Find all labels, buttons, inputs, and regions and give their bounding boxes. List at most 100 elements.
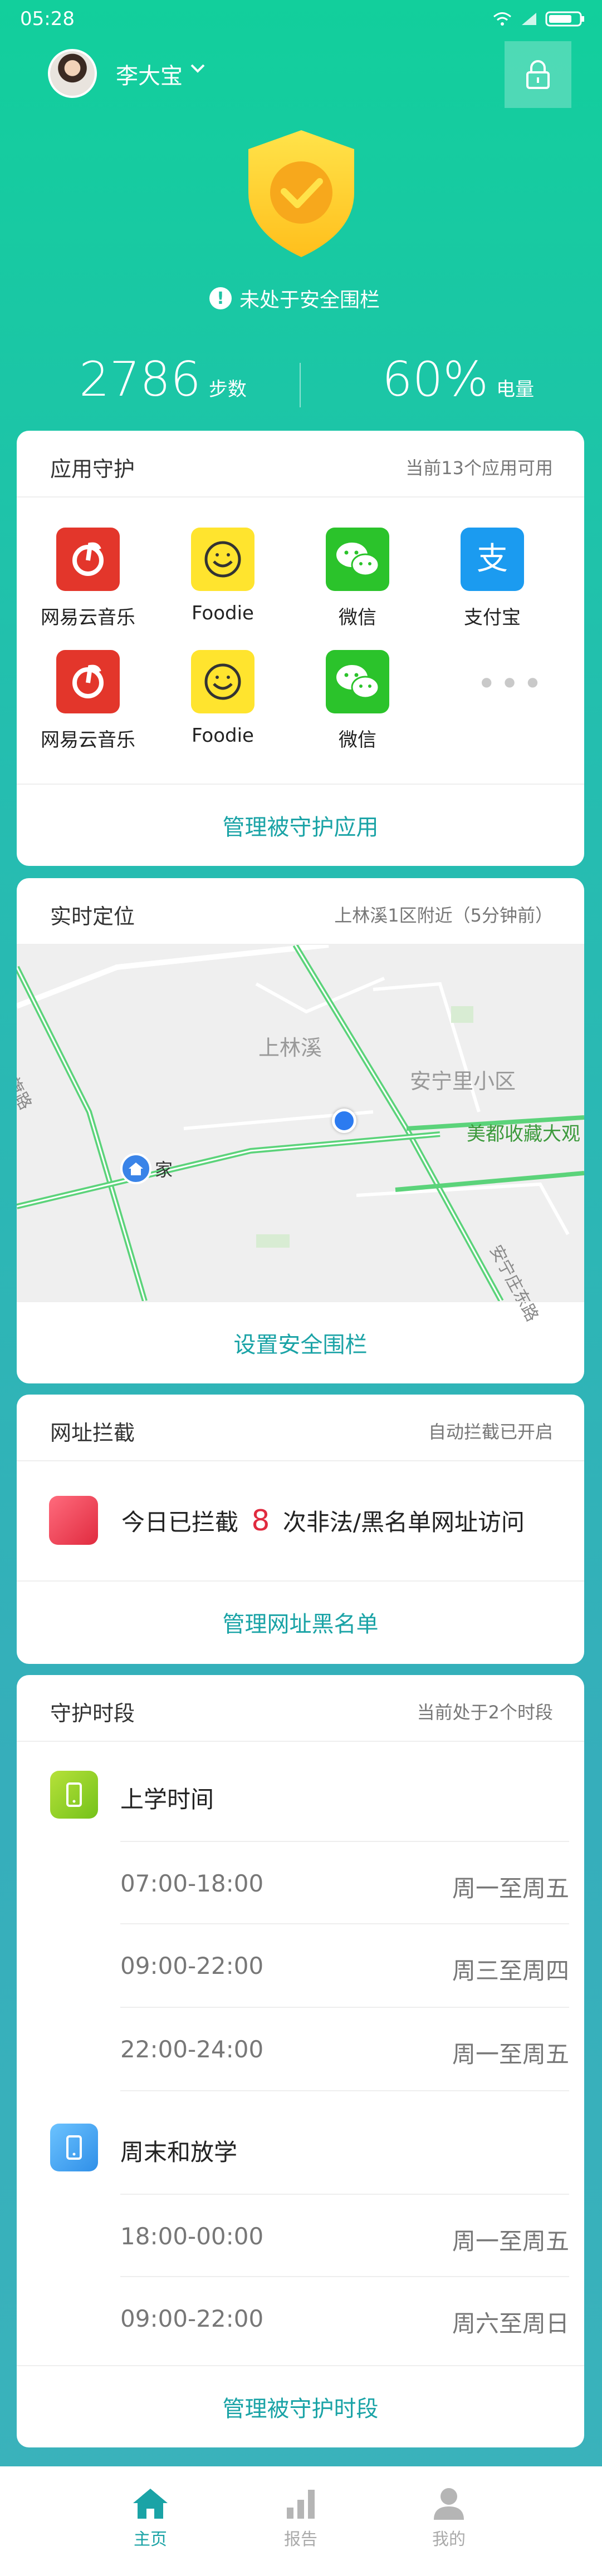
time-guard-title: 守护时段 bbox=[50, 1701, 135, 1726]
chevron-down-icon[interactable] bbox=[189, 60, 206, 81]
time-guard-header: 守护时段 当前处于2个时段 bbox=[17, 1675, 584, 1742]
url-block-subtitle: 自动拦截已开启 bbox=[428, 1421, 553, 1442]
battery-value: 60% bbox=[382, 352, 489, 407]
location-card: 实时定位 上林溪1区附近（5分钟前） 上林溪 安宁里小区 美都收藏大观 西二旗路… bbox=[17, 878, 584, 1383]
safety-warning: ! 未处于安全围栏 bbox=[209, 284, 380, 313]
nav-label: 报告 bbox=[284, 2530, 317, 2549]
app-guard-subtitle: 当前13个应用可用 bbox=[405, 457, 553, 479]
battery-unit: 电量 bbox=[496, 378, 535, 401]
block-prefix: 今日已拦截 bbox=[121, 1509, 239, 1536]
stat-divider bbox=[300, 363, 301, 407]
slot-time: 07:00-18:00 bbox=[120, 1870, 264, 1897]
location-title: 实时定位 bbox=[50, 904, 135, 929]
app-label: 网易云音乐 bbox=[41, 729, 135, 751]
map-label: 上林溪 bbox=[258, 1036, 322, 1060]
app-label: 网易云音乐 bbox=[41, 607, 135, 629]
app-guard-title: 应用守护 bbox=[50, 457, 135, 481]
app-label: Foodie bbox=[192, 602, 254, 624]
nav-item-profile[interactable]: 我的 bbox=[404, 2486, 493, 2550]
foodie-icon bbox=[191, 528, 254, 591]
home-marker[interactable]: 家 bbox=[120, 1153, 173, 1184]
nav-label: 我的 bbox=[432, 2530, 466, 2549]
lock-icon bbox=[526, 60, 550, 89]
app-label: 支付宝 bbox=[464, 607, 521, 629]
slot-days: 周三至周四 bbox=[452, 1957, 569, 1984]
app-item[interactable]: 网易云音乐 bbox=[32, 528, 144, 629]
lock-button[interactable] bbox=[505, 41, 571, 108]
user-icon bbox=[434, 2488, 464, 2520]
app-label: 微信 bbox=[339, 607, 376, 629]
slot-days: 周一至周五 bbox=[452, 2228, 569, 2255]
signal-icon bbox=[522, 13, 536, 25]
slot-time: 18:00-00:00 bbox=[120, 2223, 264, 2250]
battery-stat: 60% 电量 bbox=[382, 352, 534, 407]
url-block-title: 网址拦截 bbox=[50, 1421, 135, 1445]
slot-time: 22:00-24:00 bbox=[120, 2036, 264, 2063]
nav-item-home[interactable]: 主页 bbox=[106, 2486, 195, 2550]
manage-apps-button[interactable]: 管理被守护应用 bbox=[17, 784, 584, 866]
slot-time: 09:00-22:00 bbox=[120, 1952, 264, 1979]
app-guard-card: 应用守护 当前13个应用可用 网易云音乐 Foodie 微信 支 支付宝 网易云… bbox=[17, 431, 584, 866]
app-label: 微信 bbox=[339, 729, 376, 751]
location-marker-icon[interactable] bbox=[332, 1109, 356, 1133]
wechat-icon bbox=[326, 650, 389, 713]
netease-music-icon bbox=[56, 650, 120, 713]
status-bar: 05:28 bbox=[0, 0, 602, 39]
user-name[interactable]: 李大宝 bbox=[116, 58, 183, 90]
block-count: 8 bbox=[251, 1504, 270, 1538]
map-view[interactable]: 上林溪 安宁里小区 美都收藏大观 西二旗路 安宁庄东路 家 bbox=[17, 942, 584, 1325]
time-slot[interactable]: 09:00-22:00 周六至周日 bbox=[120, 2277, 569, 2361]
slot-days: 周六至周日 bbox=[452, 2310, 569, 2337]
slot-time: 09:00-22:00 bbox=[120, 2305, 264, 2332]
nav-item-report[interactable]: 报告 bbox=[256, 2486, 345, 2550]
block-icon bbox=[49, 1496, 98, 1545]
app-item[interactable]: 微信 bbox=[302, 650, 413, 752]
app-item[interactable]: Foodie bbox=[167, 650, 278, 747]
netease-music-icon bbox=[56, 528, 120, 591]
steps-unit: 步数 bbox=[208, 378, 247, 401]
alipay-icon: 支 bbox=[461, 528, 524, 591]
manage-time-button[interactable]: 管理被守护时段 bbox=[17, 2365, 584, 2447]
location-subtitle: 上林溪1区附近（5分钟前） bbox=[334, 905, 553, 926]
battery-icon bbox=[545, 11, 584, 27]
svg-text:支: 支 bbox=[477, 541, 508, 577]
time-guard-subtitle: 当前处于2个时段 bbox=[417, 1702, 553, 1723]
app-item[interactable]: Foodie bbox=[167, 528, 278, 624]
map-label: 安宁里小区 bbox=[410, 1069, 516, 1094]
bar-chart-icon bbox=[287, 2490, 315, 2519]
status-icons bbox=[492, 10, 585, 28]
app-item[interactable]: 网易云音乐 bbox=[32, 650, 144, 752]
time-slot[interactable]: 18:00-00:00 周一至周五 bbox=[120, 2194, 569, 2277]
avatar[interactable] bbox=[48, 49, 97, 98]
warning-text: 未处于安全围栏 bbox=[239, 289, 380, 312]
time-slot[interactable]: 22:00-24:00 周一至周五 bbox=[120, 2008, 569, 2091]
steps-value: 2786 bbox=[79, 352, 201, 407]
time-slot[interactable]: 09:00-22:00 周三至周四 bbox=[120, 1924, 569, 2008]
steps-stat: 2786 步数 bbox=[79, 352, 247, 407]
url-block-card: 网址拦截 自动拦截已开启 今日已拦截 8 次非法/黑名单网址访问 管理网址黑名单 bbox=[17, 1395, 584, 1664]
warning-icon: ! bbox=[209, 287, 232, 309]
wifi-icon bbox=[493, 12, 511, 26]
time-guard-card: 守护时段 当前处于2个时段 上学时间 07:00-18:00 周一至周五 09:… bbox=[17, 1675, 584, 2447]
app-label: Foodie bbox=[192, 725, 254, 747]
phone-icon bbox=[50, 1771, 98, 1819]
map-label: 美都收藏大观 bbox=[467, 1123, 580, 1145]
set-geofence-button[interactable]: 设置安全围栏 bbox=[17, 1301, 584, 1383]
foodie-icon bbox=[191, 650, 254, 713]
manage-blacklist-button[interactable]: 管理网址黑名单 bbox=[17, 1580, 584, 1663]
time-group-name[interactable]: 周末和放学 bbox=[120, 2134, 237, 2168]
url-block-header: 网址拦截 自动拦截已开启 bbox=[17, 1395, 584, 1461]
home-label: 家 bbox=[155, 1159, 173, 1180]
slot-days: 周一至周五 bbox=[452, 1875, 569, 1902]
phone-icon bbox=[50, 2124, 98, 2171]
app-item[interactable]: 支 支付宝 bbox=[437, 528, 548, 629]
home-pin-icon bbox=[120, 1153, 151, 1184]
time-group-name[interactable]: 上学时间 bbox=[120, 1781, 214, 1815]
more-apps-icon[interactable]: ••• bbox=[477, 664, 546, 703]
location-header: 实时定位 上林溪1区附近（5分钟前） bbox=[17, 878, 584, 945]
app-guard-header: 应用守护 当前13个应用可用 bbox=[17, 431, 584, 498]
app-item[interactable]: 微信 bbox=[302, 528, 413, 629]
time-slot[interactable]: 07:00-18:00 周一至周五 bbox=[120, 1841, 569, 1924]
block-suffix: 次非法/黑名单网址访问 bbox=[282, 1509, 525, 1536]
nav-label: 主页 bbox=[134, 2530, 167, 2549]
